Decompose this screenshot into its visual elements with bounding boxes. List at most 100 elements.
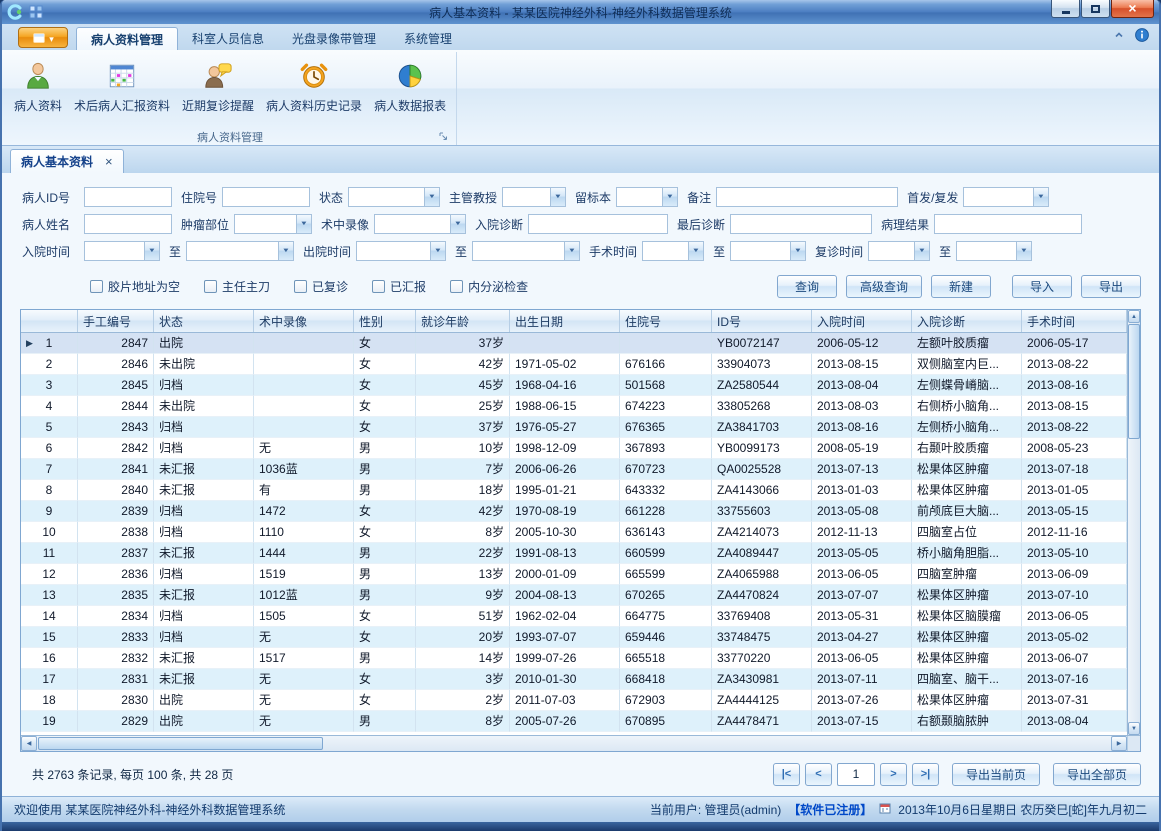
grid-row[interactable]: 112837未汇报1444男22岁1991-08-13660599ZA40894… (21, 543, 1127, 564)
import-button[interactable]: 导入 (1012, 275, 1072, 298)
dropdown-arrow-icon[interactable] (278, 242, 293, 260)
dropdown-arrow-icon[interactable] (424, 188, 439, 206)
grid-row[interactable]: 52843归档女37岁1976-05-27676365ZA38417032013… (21, 417, 1127, 438)
tab-patient-basic-info[interactable]: 病人基本资料 × (10, 149, 124, 173)
dialog-launcher-icon[interactable] (438, 131, 449, 142)
filter-input[interactable] (222, 187, 310, 207)
vertical-scroll-thumb[interactable] (1128, 324, 1140, 439)
grid-row[interactable]: 12847出院女37岁YB00721472006-05-12左额叶胶质瘤2006… (21, 333, 1127, 354)
filter-dropdown[interactable] (502, 187, 566, 207)
ribbon-tab[interactable]: 系统管理 (390, 27, 466, 50)
scroll-up-icon[interactable] (1128, 310, 1140, 323)
filter-dropdown[interactable] (642, 241, 704, 261)
page-number-input[interactable] (837, 763, 875, 786)
export-all-pages-button[interactable]: 导出全部页 (1053, 763, 1141, 786)
grid-column-header[interactable]: 出生日期 (510, 310, 620, 332)
export-current-page-button[interactable]: 导出当前页 (952, 763, 1040, 786)
filter-checkbox[interactable]: 内分泌检查 (450, 278, 528, 295)
ribbon-button[interactable]: 病人资料 (8, 55, 68, 119)
filter-dropdown[interactable] (616, 187, 678, 207)
dropdown-arrow-icon[interactable] (1033, 188, 1048, 206)
close-button[interactable] (1111, 0, 1154, 18)
first-page-button[interactable]: |< (773, 763, 800, 786)
grid-column-header[interactable]: 入院诊断 (912, 310, 1022, 332)
filter-dropdown[interactable] (956, 241, 1032, 261)
grid-row[interactable]: 132835未汇报1012蓝男9岁2004-08-13670265ZA44708… (21, 585, 1127, 606)
grid-row[interactable]: 72841未汇报1036蓝男7岁2006-06-26670723QA002552… (21, 459, 1127, 480)
filter-input[interactable] (730, 214, 872, 234)
grid-column-header[interactable]: 手术时间 (1022, 310, 1127, 332)
scroll-left-icon[interactable] (21, 736, 37, 751)
grid-row[interactable]: 182830出院无女2岁2011-07-03672903ZA4444125201… (21, 690, 1127, 711)
ribbon-button[interactable]: 病人数据报表 (368, 55, 452, 119)
filter-input[interactable] (528, 214, 668, 234)
ribbon-tab[interactable]: 病人资料管理 (76, 27, 178, 50)
horizontal-scroll-thumb[interactable] (38, 737, 323, 750)
grid-column-header[interactable]: 性别 (354, 310, 416, 332)
application-menu-button[interactable] (18, 27, 68, 48)
grid-row[interactable]: 192829出院无男8岁2005-07-26670895ZA4478471201… (21, 711, 1127, 732)
filter-dropdown[interactable] (186, 241, 294, 261)
grid-column-header[interactable]: 住院号 (620, 310, 712, 332)
dropdown-arrow-icon[interactable] (296, 215, 311, 233)
next-page-button[interactable]: > (880, 763, 907, 786)
dropdown-arrow-icon[interactable] (790, 242, 805, 260)
grid-column-header[interactable]: 术中录像 (254, 310, 354, 332)
grid-column-header[interactable]: 手工编号 (78, 310, 154, 332)
filter-input[interactable] (84, 187, 172, 207)
filter-dropdown[interactable] (234, 214, 312, 234)
dropdown-arrow-icon[interactable] (450, 215, 465, 233)
ribbon-tab[interactable]: 光盘录像带管理 (278, 27, 390, 50)
grid-column-header[interactable]: 就诊年龄 (416, 310, 510, 332)
filter-dropdown[interactable] (356, 241, 446, 261)
last-page-button[interactable]: >| (912, 763, 939, 786)
ribbon-button[interactable]: 近期复诊提醒 (176, 55, 260, 119)
grid-row[interactable]: 152833归档无女20岁1993-07-0765944633748475201… (21, 627, 1127, 648)
filter-checkbox[interactable]: 已复诊 (294, 278, 348, 295)
grid-column-header[interactable]: 状态 (154, 310, 254, 332)
filter-checkbox[interactable]: 已汇报 (372, 278, 426, 295)
dropdown-arrow-icon[interactable] (688, 242, 703, 260)
filter-input[interactable] (934, 214, 1082, 234)
filter-dropdown[interactable] (730, 241, 806, 261)
grid-row[interactable]: 22846未出院女42岁1971-05-02676166339040732013… (21, 354, 1127, 375)
collapse-ribbon-icon[interactable] (1113, 29, 1125, 44)
dropdown-arrow-icon[interactable] (144, 242, 159, 260)
filter-dropdown[interactable] (348, 187, 440, 207)
grid-row[interactable]: 172831未汇报无女3岁2010-01-30668418ZA343098120… (21, 669, 1127, 690)
close-tab-icon[interactable]: × (105, 154, 113, 169)
prev-page-button[interactable]: < (805, 763, 832, 786)
filter-dropdown[interactable] (374, 214, 466, 234)
vertical-scrollbar[interactable] (1127, 310, 1140, 735)
filter-dropdown[interactable] (963, 187, 1049, 207)
ribbon-button[interactable]: 术后病人汇报资料 (68, 55, 176, 119)
dropdown-arrow-icon[interactable] (564, 242, 579, 260)
query-button[interactable]: 查询 (777, 275, 837, 298)
grid-row[interactable]: 92839归档1472女42岁1970-08-19661228337556032… (21, 501, 1127, 522)
grid-row[interactable]: 102838归档1110女8岁2005-10-30636143ZA4214073… (21, 522, 1127, 543)
horizontal-scroll-track[interactable] (323, 736, 1111, 751)
dropdown-arrow-icon[interactable] (550, 188, 565, 206)
dropdown-arrow-icon[interactable] (662, 188, 677, 206)
grid-row[interactable]: 62842归档无男10岁1998-12-09367893YB0099173200… (21, 438, 1127, 459)
vertical-scroll-track[interactable] (1128, 440, 1140, 722)
ribbon-button[interactable]: 病人资料历史记录 (260, 55, 368, 119)
grid-row[interactable]: 82840未汇报有男18岁1995-01-21643332ZA414306620… (21, 480, 1127, 501)
dropdown-arrow-icon[interactable] (430, 242, 445, 260)
scroll-down-icon[interactable] (1128, 722, 1140, 735)
new-button[interactable]: 新建 (931, 275, 991, 298)
grid-row[interactable]: 162832未汇报1517男14岁1999-07-266655183377022… (21, 648, 1127, 669)
minimize-button[interactable] (1051, 0, 1080, 18)
dropdown-arrow-icon[interactable] (914, 242, 929, 260)
export-button[interactable]: 导出 (1081, 275, 1141, 298)
filter-checkbox[interactable]: 胶片地址为空 (90, 278, 180, 295)
ribbon-tab[interactable]: 科室人员信息 (178, 27, 278, 50)
horizontal-scrollbar[interactable] (21, 735, 1140, 751)
filter-dropdown[interactable] (472, 241, 580, 261)
grid-column-header[interactable]: 入院时间 (812, 310, 912, 332)
grid-row[interactable]: 142834归档1505女51岁1962-02-0466477533769408… (21, 606, 1127, 627)
grid-row[interactable]: 122836归档1519男13岁2000-01-09665599ZA406598… (21, 564, 1127, 585)
filter-dropdown[interactable] (84, 241, 160, 261)
scroll-right-icon[interactable] (1111, 736, 1127, 751)
maximize-button[interactable] (1081, 0, 1110, 18)
